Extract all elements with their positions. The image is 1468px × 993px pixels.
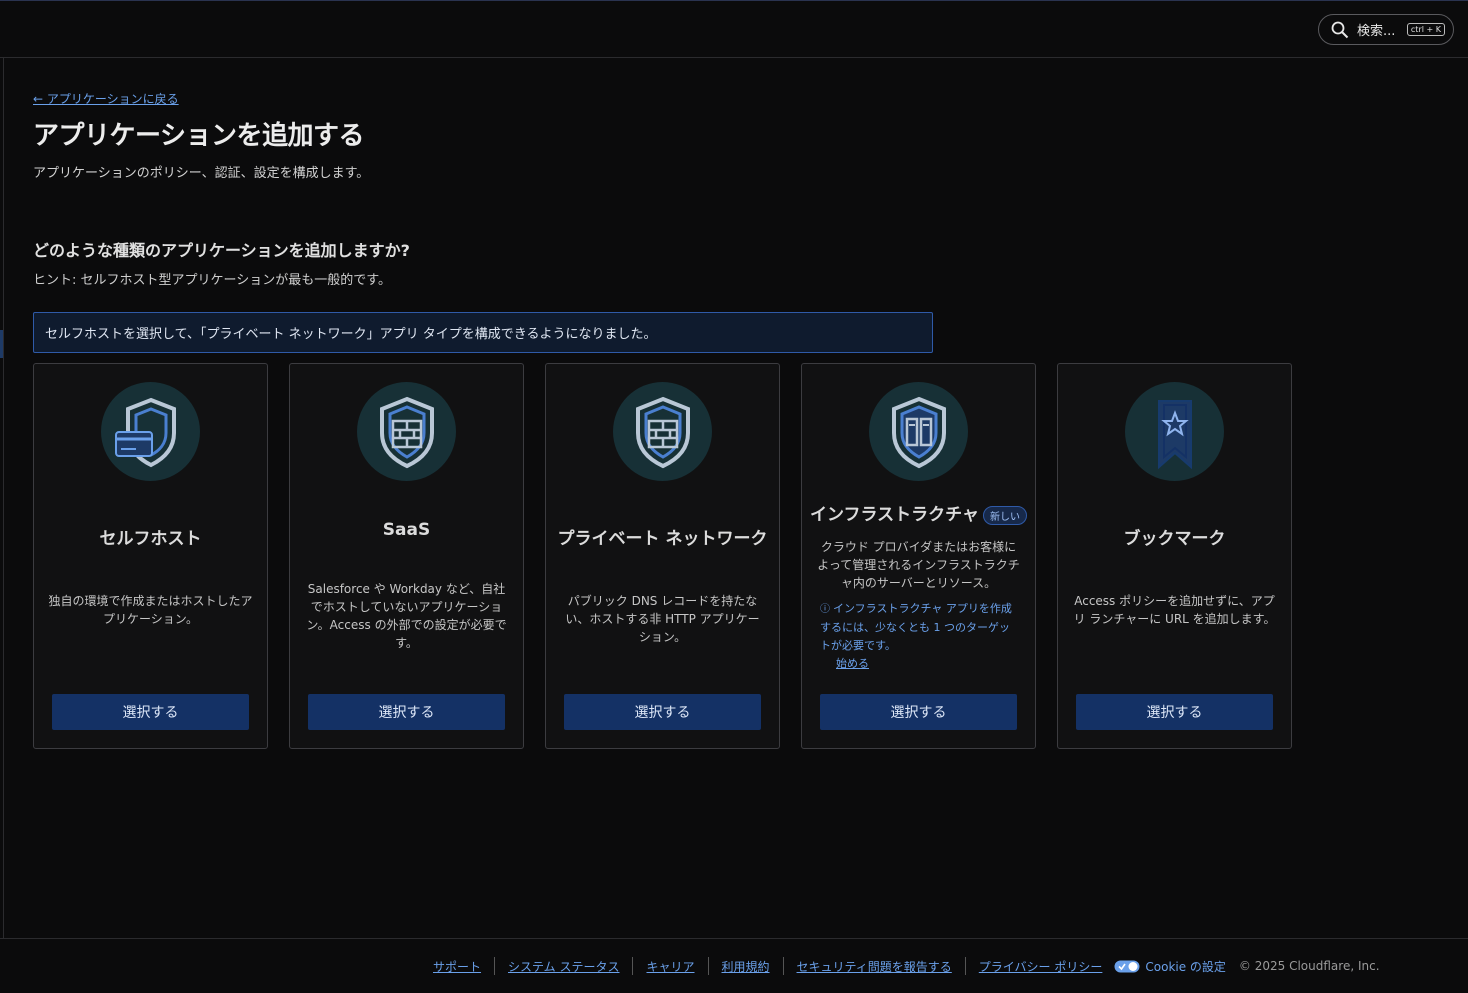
select-infrastructure-button[interactable]: 選択する: [820, 694, 1017, 730]
select-self-hosted-button[interactable]: 選択する: [52, 694, 249, 730]
main-content: ← アプリケーションに戻る アプリケーションを追加する アプリケーションのポリシ…: [33, 88, 1433, 749]
footer-divider: [707, 957, 709, 975]
shield-card-icon: [101, 382, 200, 481]
info-icon: ⓘ: [820, 604, 830, 615]
footer-link-terms[interactable]: 利用規約: [722, 958, 770, 975]
cookie-settings-button[interactable]: Cookie の設定: [1114, 958, 1226, 975]
select-private-network-button[interactable]: 選択する: [564, 694, 761, 730]
page-subtitle: アプリケーションのポリシー、認証、設定を構成します。: [33, 166, 370, 181]
app-type-question: どのような種類のアプリケーションを追加しますか?: [33, 241, 410, 260]
app-type-hint: ヒント: セルフホスト型アプリケーションが最も一般的です。: [33, 273, 391, 288]
shield-bricks-icon: [613, 382, 712, 481]
card-description: 独自の環境で作成またはホストしたアプリケーション。: [48, 594, 253, 626]
footer-link-report-security[interactable]: セキュリティ問題を報告する: [797, 958, 952, 975]
card-title: SaaS: [382, 520, 431, 540]
new-badge: 新しい: [982, 505, 1027, 525]
app-type-cards: セルフホスト 独自の環境で作成またはホストしたアプリケーション。 選択する Sa…: [33, 363, 1292, 749]
card-description: Salesforce や Workday など、自社でホストしていないアプリケー…: [306, 582, 507, 650]
bookmark-star-icon: [1125, 382, 1224, 481]
card-self-hosted[interactable]: セルフホスト 独自の環境で作成またはホストしたアプリケーション。 選択する: [33, 363, 268, 749]
shield-bricks-icon: [357, 382, 456, 481]
copyright: © 2025 Cloudflare, Inc.: [1238, 959, 1380, 973]
cookie-settings-label: Cookie の設定: [1145, 959, 1226, 974]
page-title: アプリケーションを追加する: [33, 121, 364, 151]
card-description: Access ポリシーを追加せずに、アプリ ランチャーに URL を追加します。: [1073, 594, 1276, 626]
search-button[interactable]: 検索... ctrl + K: [1318, 14, 1454, 45]
card-infrastructure[interactable]: インフラストラクチャ 新しい クラウド プロバイダまたはお客様によって管理されるイ…: [801, 363, 1036, 749]
shield-server-icon: [869, 382, 968, 481]
card-bookmark[interactable]: ブックマーク Access ポリシーを追加せずに、アプリ ランチャーに URL …: [1057, 363, 1292, 749]
info-banner-text: セルフホストを選択して、「プライベート ネットワーク」アプリ タイプを構成できる…: [45, 327, 657, 342]
card-saas[interactable]: SaaS Salesforce や Workday など、自社でホストしていない…: [289, 363, 524, 749]
footer-link-privacy[interactable]: プライバシー ポリシー: [979, 958, 1103, 975]
footer-divider: [964, 957, 966, 975]
select-bookmark-button[interactable]: 選択する: [1076, 694, 1273, 730]
footer-link-system-status[interactable]: システム ステータス: [508, 958, 619, 975]
card-description: パブリック DNS レコードを持たない、ホストする非 HTTP アプリケーション…: [565, 594, 760, 644]
top-bar: 検索... ctrl + K: [0, 0, 1468, 58]
footer: サポート システム ステータス キャリア 利用規約 セキュリティ問題を報告する …: [0, 938, 1468, 993]
card-note: ⓘ インフラストラクチャ アプリを作成するには、少なくとも 1 つのターゲットが必…: [820, 600, 1020, 673]
footer-divider: [632, 957, 634, 975]
card-title: セルフホスト: [99, 529, 202, 549]
select-saas-button[interactable]: 選択する: [308, 694, 505, 730]
left-divider: [3, 58, 4, 938]
card-title: インフラストラクチャ 新しい: [802, 500, 1035, 525]
footer-link-support[interactable]: サポート: [433, 958, 481, 975]
info-banner: セルフホストを選択して、「プライベート ネットワーク」アプリ タイプを構成できる…: [33, 312, 933, 353]
search-shortcut: ctrl + K: [1406, 23, 1445, 36]
card-title: ブックマーク: [1123, 529, 1226, 549]
back-to-applications-link[interactable]: ← アプリケーションに戻る: [33, 90, 179, 107]
get-started-link[interactable]: 始める: [820, 655, 1020, 673]
privacy-toggle-icon: [1114, 960, 1140, 972]
card-description: クラウド プロバイダまたはお客様によって管理されるインフラストラクチャ内のサーバ…: [817, 540, 1020, 590]
footer-divider: [494, 957, 496, 975]
search-icon: [1331, 21, 1349, 38]
search-label: 検索...: [1357, 24, 1396, 39]
card-private-network[interactable]: プライベート ネットワーク パブリック DNS レコードを持たない、ホストする非…: [545, 363, 780, 749]
footer-divider: [782, 957, 784, 975]
card-note-text: インフラストラクチャ アプリを作成するには、少なくとも 1 つのターゲットが必要…: [820, 602, 1012, 652]
card-title: プライベート ネットワーク: [557, 529, 768, 549]
sidebar-active-marker: [0, 330, 3, 358]
footer-link-careers[interactable]: キャリア: [646, 958, 694, 975]
card-title-text: インフラストラクチャ: [810, 505, 979, 525]
